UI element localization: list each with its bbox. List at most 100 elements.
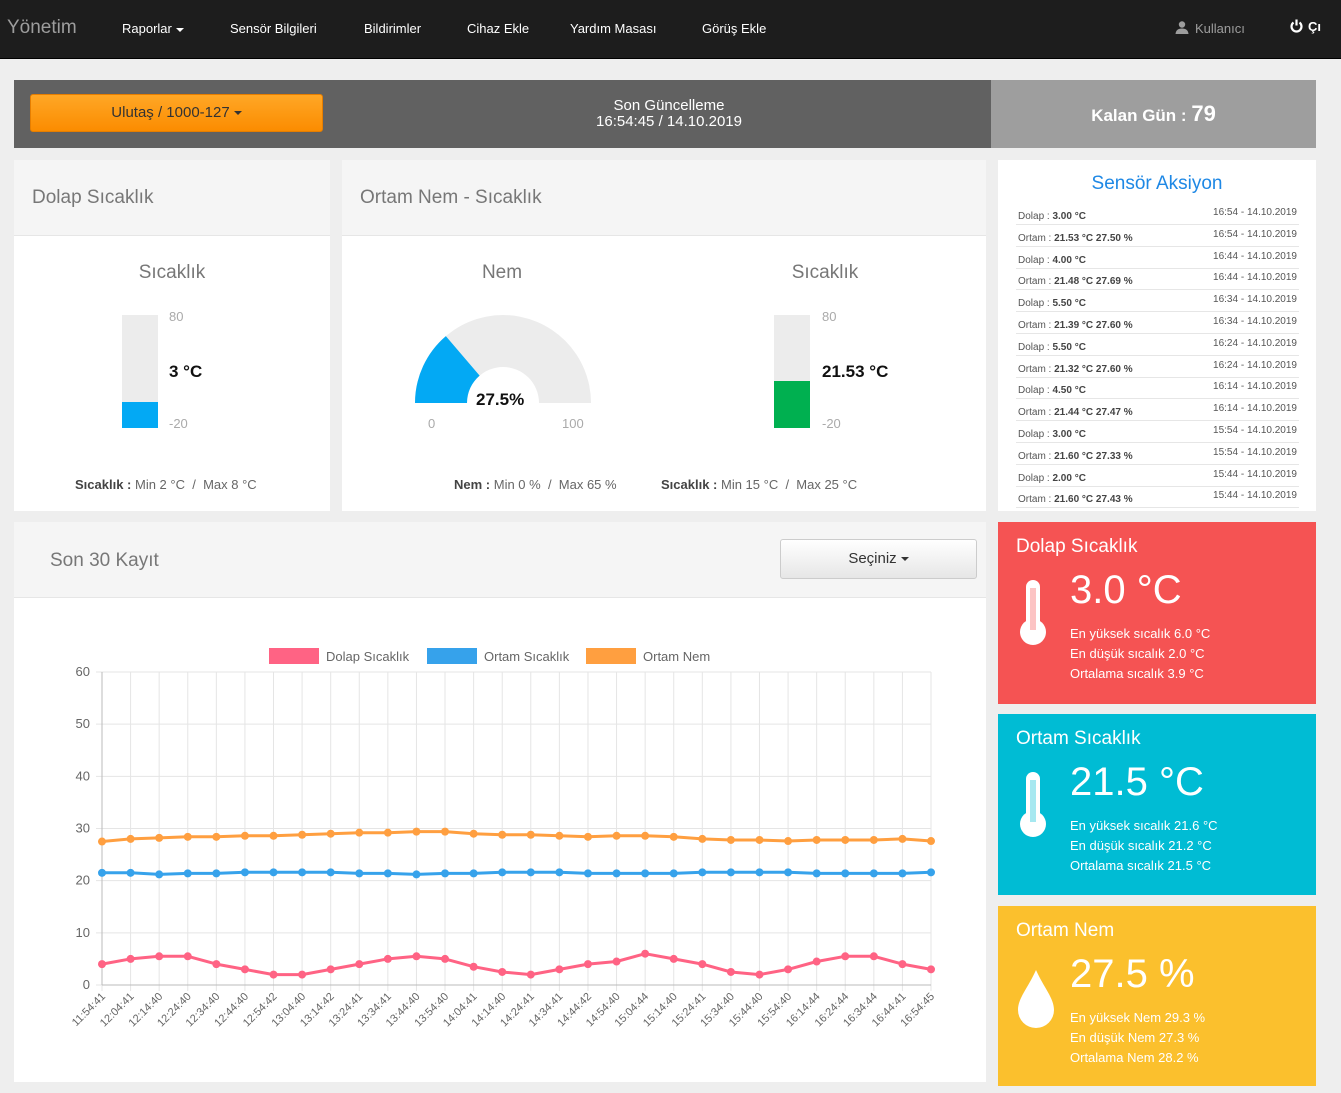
y-tick-label: 0: [83, 977, 90, 992]
nav-user[interactable]: Kullanıcı: [1175, 21, 1245, 36]
data-point: [755, 970, 764, 979]
last-update-label: Son Güncelleme: [613, 97, 725, 114]
data-point: [383, 869, 392, 878]
dolap-gauge-title: Sıcaklık: [138, 262, 206, 283]
nav-user-label: Kullanıcı: [1195, 21, 1245, 36]
ortam-card-avg: Ortalama sıcalık 21.5 °C: [1070, 858, 1212, 873]
data-point: [326, 868, 335, 877]
data-point: [669, 869, 678, 878]
data-point: [469, 869, 478, 878]
y-tick-label: 60: [76, 664, 90, 679]
legend-label: Ortam Sıcaklık: [484, 649, 570, 664]
nav-yardim-masasi[interactable]: Yardım Masası: [570, 21, 656, 36]
ortam-card-value: 21.5 °C: [1070, 760, 1204, 804]
legend-swatch: [586, 648, 636, 664]
ortam-sicaklik-level-gauge: [774, 315, 810, 428]
chart-select-label: Seçiniz: [848, 550, 897, 567]
nav-cihaz-ekle[interactable]: Cihaz Ekle: [467, 21, 529, 36]
ortam-sicaklik-gauge-title: Sıcaklık: [791, 262, 859, 283]
nem-card-value: 27.5 %: [1070, 952, 1195, 996]
data-point: [383, 828, 392, 837]
data-point: [155, 870, 164, 879]
sensor-action-value: 21.44 °C 27.47 %: [1054, 407, 1133, 419]
nav-gorus-ekle[interactable]: Görüş Ekle: [702, 21, 766, 36]
ortam-sicaklik-gauge-value: 21.53 °C: [822, 362, 889, 381]
data-point: [298, 868, 307, 877]
data-point: [240, 868, 249, 877]
chart-select-button[interactable]: Seçiniz: [780, 539, 977, 579]
data-point: [841, 952, 850, 961]
sensor-action-time: 15:54 - 14.10.2019: [1213, 425, 1297, 436]
chart-panel-header: Son 30 Kayıt Seçiniz: [14, 522, 986, 598]
nem-min: Min 0 %: [493, 477, 541, 492]
remaining-days-label: Kalan Gün :: [1091, 106, 1187, 125]
data-point: [155, 952, 164, 961]
dolap-card-max: En yüksek sıcalık 6.0 °C: [1070, 626, 1211, 641]
dolap-minmax: Sıcaklık : Min 2 °C / Max 8 °C: [75, 477, 257, 492]
y-tick-label: 30: [76, 821, 90, 836]
dolap-card-min: En düşük sıcalık 2.0 °C: [1070, 646, 1205, 661]
sensor-action-source: Dolap :: [1018, 254, 1050, 266]
sensor-action-value: 21.32 °C 27.60 %: [1054, 363, 1133, 375]
ortam-sicaklik-minmax: Sıcaklık : Min 15 °C / Max 25 °C: [661, 477, 858, 492]
data-point: [898, 960, 907, 969]
dolap-minmax-label: Sıcaklık :: [75, 477, 132, 492]
sensor-action-time: 16:24 - 14.10.2019: [1213, 359, 1297, 371]
data-point: [784, 868, 793, 877]
data-point: [784, 965, 793, 974]
data-point: [869, 835, 878, 844]
device-select-button[interactable]: Ulutaş / 1000-127: [30, 94, 323, 132]
data-point: [898, 869, 907, 878]
sensor-action-row: Ortam : 21.32 °C 27.60 % 16:24 - 14.10.20…: [1016, 357, 1299, 378]
nav-logout[interactable]: Çı: [1290, 19, 1321, 34]
brand-link[interactable]: Yönetim: [7, 17, 77, 39]
data-point: [355, 869, 364, 878]
sensor-action-row: Dolap : 2.00 °C 15:44 - 14.10.2019: [1016, 466, 1299, 487]
data-point: [498, 868, 507, 877]
nav-raporlar[interactable]: Raporlar: [122, 21, 184, 36]
series-line: [101, 952, 932, 977]
data-point: [698, 960, 707, 969]
data-point: [612, 869, 621, 878]
dolap-gauge-value: 3 °C: [169, 362, 203, 381]
ortam-sicaklik-gauge-min: -20: [822, 416, 841, 431]
data-point: [612, 831, 621, 840]
dolap-gauge-max: 80: [169, 309, 184, 324]
sensor-action-reading: Dolap : 2.00 °C: [1018, 473, 1086, 484]
dolap-card-avg: Ortalama sıcalık 3.9 °C: [1070, 666, 1204, 681]
data-point: [412, 952, 421, 961]
data-point: [583, 869, 592, 878]
data-point: [441, 827, 450, 836]
sensor-action-time: 15:54 - 14.10.2019: [1213, 446, 1297, 458]
sensor-action-row: Dolap : 4.00 °C 16:44 - 14.10.2019: [1016, 248, 1299, 269]
sensor-action-row: Ortam : 21.60 °C 27.43 % 15:44 - 14.10.20…: [1016, 487, 1299, 509]
sensor-action-source: Dolap :: [1018, 211, 1050, 222]
data-point: [927, 868, 935, 877]
nav-sensor-bilgileri[interactable]: Sensör Bilgileri: [230, 21, 317, 36]
sensor-action-value: 5.50 °C: [1052, 298, 1086, 310]
data-point: [98, 837, 106, 846]
nav-bildirimler[interactable]: Bildirimler: [364, 21, 421, 36]
sensor-action-value: 21.60 °C 27.43 %: [1054, 494, 1133, 506]
sensor-action-value: 21.39 °C 27.60 %: [1054, 320, 1133, 331]
data-point: [726, 835, 735, 844]
sensor-action-row: Dolap : 5.50 °C 16:24 - 14.10.2019: [1016, 335, 1299, 356]
nem-minmax-label: Nem :: [454, 477, 491, 492]
nav-raporlar-label: Raporlar: [122, 21, 172, 36]
data-point: [469, 829, 478, 838]
ortam-panel-header: Ortam Nem - Sıcaklık: [342, 160, 986, 236]
dolap-panel: Dolap Sıcaklık Sıcaklık 80 -20 3 °C Sıca…: [14, 160, 330, 511]
data-point: [869, 869, 878, 878]
series-line: [101, 830, 932, 843]
ortam-sicaklik-gauge-max: 80: [822, 309, 837, 324]
legend-label: Dolap Sıcaklık: [326, 649, 410, 664]
sensor-action-row: Ortam : 21.44 °C 27.47 % 16:14 - 14.10.20…: [1016, 400, 1299, 422]
last-update-time: 16:54:45 / 14.10.2019: [596, 113, 742, 130]
data-point: [927, 837, 935, 846]
ortam-panel: Ortam Nem - Sıcaklık Nem 27.5% 0 100 Sıc…: [342, 160, 986, 511]
data-point: [183, 952, 192, 961]
sensor-action-row: Dolap : 3.00 °C 16:54 - 14.10.2019: [1016, 204, 1299, 225]
sensor-action-source: Ortam :: [1018, 494, 1052, 506]
sensor-action-title: Sensör Aksiyon: [1091, 173, 1223, 194]
sensor-action-row: Dolap : 4.50 °C 16:14 - 14.10.2019: [1016, 378, 1299, 400]
